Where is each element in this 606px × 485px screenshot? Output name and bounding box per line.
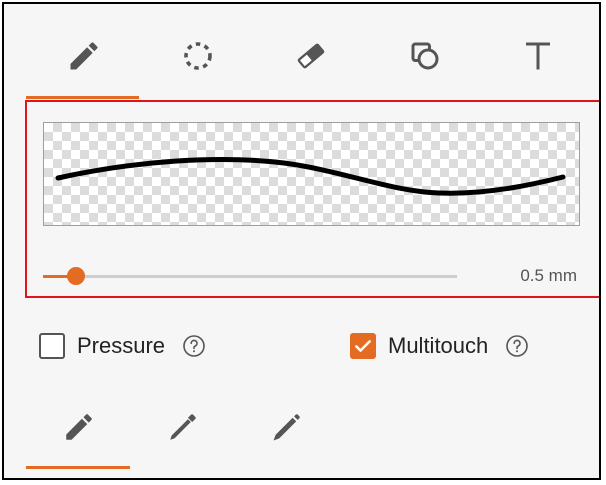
tab-pen[interactable] [54,28,114,84]
shapes-icon [411,42,439,70]
text-icon [526,42,550,70]
pen-settings-panel: 0.5 mm Pressure Multitouch [2,2,601,480]
pen-type-ballpoint[interactable] [257,402,317,452]
multitouch-label: Multitouch [388,333,489,358]
highlighter-icon [170,414,196,440]
eraser-icon [297,43,325,69]
stroke-width-slider[interactable] [43,266,457,286]
checkmark-icon [355,340,371,352]
tool-tabs [4,4,599,100]
pressure-label: Pressure [77,333,166,358]
tab-shapes[interactable] [395,28,455,84]
slider-track [43,275,457,278]
pen-type-highlighter[interactable] [153,402,213,452]
pressure-help-icon[interactable] [181,333,207,359]
lasso-icon [184,42,212,70]
tab-text[interactable] [508,28,568,84]
tab-eraser[interactable] [281,28,341,84]
multitouch-help-icon[interactable] [504,333,530,359]
stroke-preview-canvas [43,122,580,226]
ballpoint-pen-icon [273,414,300,441]
multitouch-checkbox[interactable] [350,333,376,359]
pen-type-fountain[interactable] [49,402,109,452]
multitouch-option: Multitouch [350,333,530,359]
stroke-width-value: 0.5 mm [520,266,577,285]
fountain-pen-icon [66,414,92,440]
active-tab-indicator [26,96,139,99]
pressure-option: Pressure [39,333,207,359]
stroke-preview-line [55,157,566,196]
active-pen-type-indicator [26,466,130,469]
pen-icon [70,42,98,70]
pressure-checkbox[interactable] [39,333,65,359]
tab-lasso[interactable] [168,28,228,84]
stroke-settings-box: 0.5 mm [25,100,599,298]
slider-thumb[interactable] [67,267,86,285]
